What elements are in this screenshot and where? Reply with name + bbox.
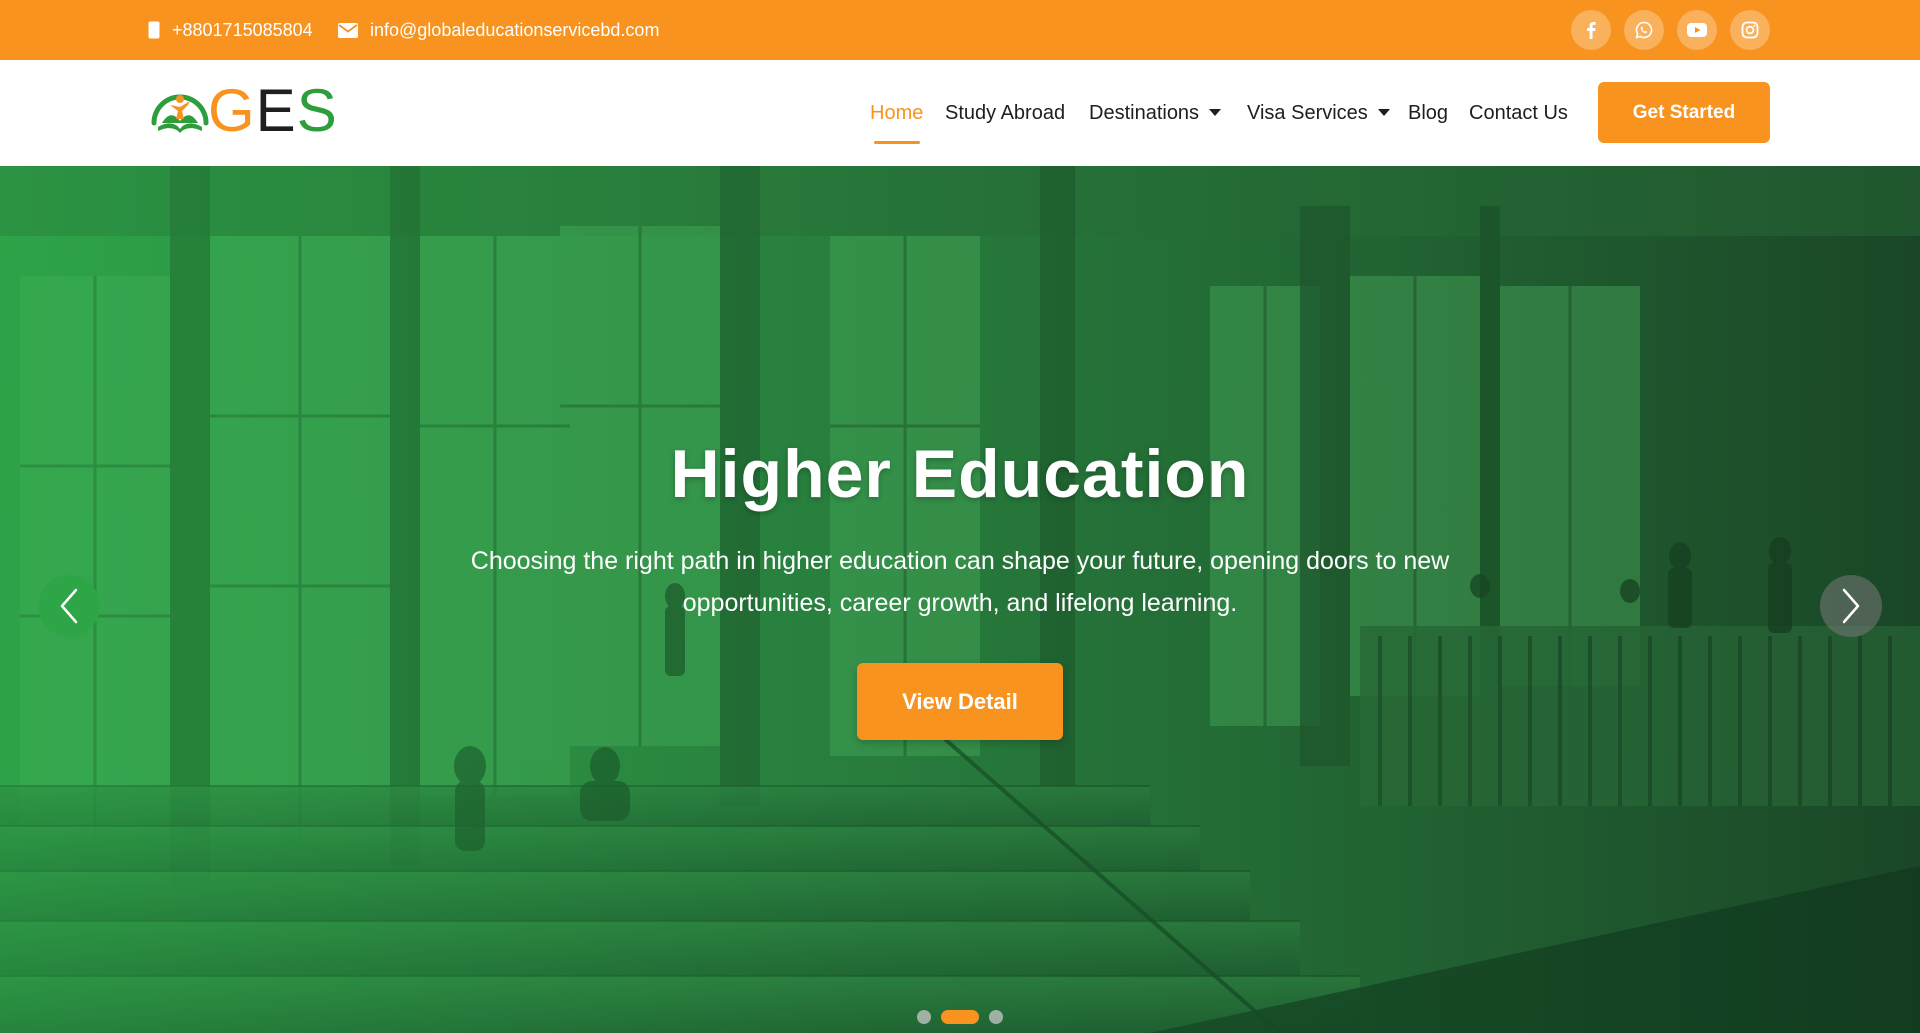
nav-item-home[interactable]: Home xyxy=(870,60,923,166)
caret-down-icon xyxy=(1377,109,1390,116)
mobile-phone-icon xyxy=(148,21,160,39)
whatsapp-link[interactable] xyxy=(1624,10,1664,50)
nav-item-visa-services[interactable]: Visa Services xyxy=(1247,60,1390,166)
youtube-link[interactable] xyxy=(1677,10,1717,50)
nav-study-abroad-label: Study Abroad xyxy=(945,101,1066,124)
youtube-icon xyxy=(1687,23,1707,37)
main-header: GES Home Study Abroad Destinations Visa … xyxy=(0,60,1920,166)
instagram-link[interactable] xyxy=(1730,10,1770,50)
phone-number[interactable]: +8801715085804 xyxy=(172,20,313,41)
email-address[interactable]: info@globaleducationservicebd.com xyxy=(370,20,659,41)
nav-visa-services-label: Visa Services xyxy=(1247,101,1368,124)
hero-description: Choosing the right path in higher educat… xyxy=(470,547,1450,617)
nav-contact-us-label: Contact Us xyxy=(1469,101,1568,124)
email-contact[interactable]: info@globaleducationservicebd.com xyxy=(338,0,659,60)
envelope-icon xyxy=(338,22,358,38)
active-underline xyxy=(873,141,920,144)
hero-slider: Higher Education Choosing the right path… xyxy=(0,166,1920,1033)
nav-item-blog[interactable]: Blog xyxy=(1408,60,1448,166)
nav-item-contact-us[interactable]: Contact Us xyxy=(1469,60,1568,166)
logo-letter-e: E xyxy=(255,77,297,144)
chevron-left-icon xyxy=(60,588,78,624)
logo-letter-s: S xyxy=(296,77,338,144)
nav-destinations-label: Destinations xyxy=(1089,101,1200,124)
facebook-link[interactable] xyxy=(1571,10,1611,50)
slider-dot-1[interactable] xyxy=(917,1010,931,1024)
chevron-right-icon xyxy=(1842,588,1860,624)
hero-title: Higher Education xyxy=(670,436,1250,512)
slider-prev-button[interactable] xyxy=(38,575,100,637)
nav-item-destinations[interactable]: Destinations xyxy=(1089,60,1222,166)
slider-dot-3[interactable] xyxy=(989,1010,1003,1024)
slider-dot-2-active[interactable] xyxy=(941,1010,979,1024)
logo-wordmark: GES xyxy=(208,80,338,142)
site-logo[interactable]: GES xyxy=(148,80,348,142)
get-started-button[interactable]: Get Started xyxy=(1598,82,1770,143)
nav-home-label: Home xyxy=(870,101,924,124)
social-links xyxy=(1571,10,1770,50)
whatsapp-icon xyxy=(1635,21,1653,39)
slider-pagination xyxy=(0,1010,1920,1024)
logo-letter-g: G xyxy=(208,77,256,144)
facebook-icon xyxy=(1587,22,1596,39)
slider-next-button[interactable] xyxy=(1820,575,1882,637)
phone-contact[interactable]: +8801715085804 xyxy=(148,0,313,60)
caret-down-icon xyxy=(1209,109,1222,116)
nav-blog-label: Blog xyxy=(1408,101,1449,124)
view-detail-button[interactable]: View Detail xyxy=(857,663,1063,740)
nav-item-study-abroad[interactable]: Study Abroad xyxy=(945,60,1065,166)
top-bar: +8801715085804 info@globaleducationservi… xyxy=(0,0,1920,60)
instagram-icon xyxy=(1741,21,1759,39)
logo-emblem-icon xyxy=(151,94,209,133)
